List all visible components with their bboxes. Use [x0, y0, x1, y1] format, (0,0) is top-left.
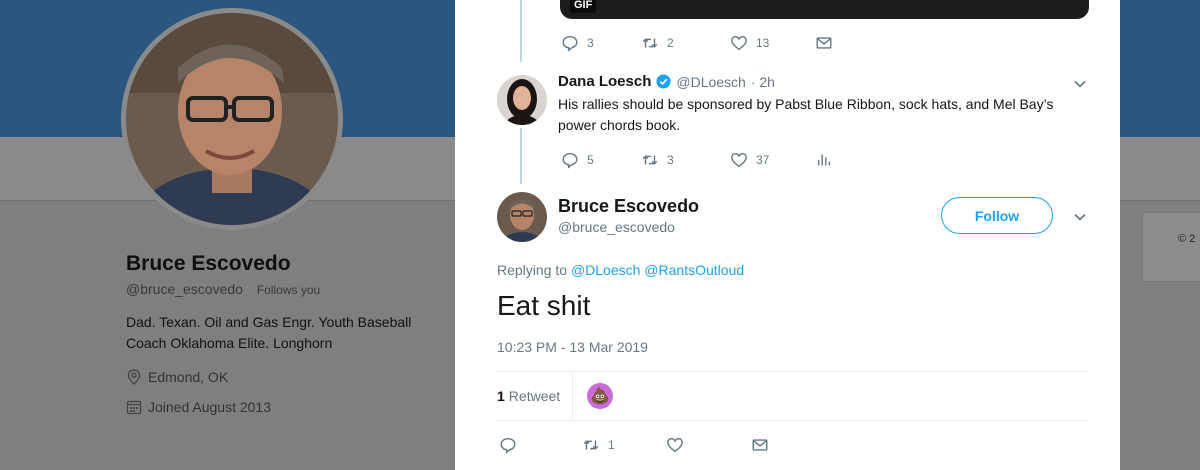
like-count: 13 — [756, 36, 770, 50]
like-button[interactable]: 37 — [730, 151, 815, 169]
heart-icon — [667, 437, 683, 453]
retweet-button[interactable]: 2 — [641, 34, 730, 52]
main-author-name[interactable]: Bruce Escovedo — [558, 196, 699, 217]
avatar-image — [126, 13, 338, 225]
chevron-down-icon[interactable] — [1072, 209, 1088, 225]
retweet-button[interactable]: 1 — [582, 436, 666, 454]
reply-tweet-actions: 5 3 37 — [561, 151, 833, 169]
reply-button[interactable] — [499, 436, 582, 454]
main-tweet-actions: 1 — [499, 436, 769, 454]
main-tweet-text: Eat shit — [497, 290, 591, 321]
location-pin-icon — [127, 369, 141, 385]
reply-button[interactable]: 3 — [561, 34, 641, 52]
like-button[interactable]: 13 — [730, 34, 815, 52]
mention-link-dloesch[interactable]: @DLoesch — [571, 262, 640, 278]
follows-you-badge: Follows you — [256, 283, 321, 297]
profile-joined-text: Joined August 2013 — [148, 399, 271, 415]
profile-name[interactable]: Bruce Escovedo — [126, 252, 291, 276]
gif-tweet-actions: 3 2 13 — [561, 34, 833, 52]
gif-badge: GIF — [570, 0, 597, 13]
side-footer-card: © 2 — [1142, 212, 1200, 282]
retweet-stat-count[interactable]: 1 — [497, 388, 505, 404]
verified-badge-icon — [656, 74, 671, 89]
main-author-avatar[interactable] — [497, 192, 547, 242]
reply-count: 5 — [587, 153, 594, 167]
calendar-icon — [126, 400, 142, 415]
thread-line-mid — [520, 128, 522, 184]
dm-button[interactable] — [751, 436, 769, 454]
reply-time[interactable]: · 2h — [751, 74, 775, 90]
reply-author-avatar[interactable] — [497, 75, 547, 125]
replying-to-line: Replying to @DLoesch @RantsOutloud — [497, 262, 744, 278]
profile-handle: @bruce_escovedo Follows you — [126, 281, 320, 297]
retweet-icon — [642, 155, 658, 165]
retweet-count: 2 — [667, 36, 674, 50]
reply-icon — [562, 35, 578, 52]
heart-icon — [731, 35, 747, 51]
reply-icon — [500, 437, 516, 454]
profile-bio: Dad. Texan. Oil and Gas Engr. Youth Base… — [126, 314, 412, 351]
envelope-icon — [752, 439, 768, 451]
gif-media[interactable]: GIF — [560, 0, 1089, 19]
reply-icon — [562, 152, 578, 169]
envelope-icon — [816, 37, 832, 49]
avatar-image — [497, 75, 547, 125]
profile-location: Edmond, OK — [126, 369, 228, 385]
profile-joined: Joined August 2013 — [126, 399, 271, 415]
reply-count: 3 — [587, 36, 594, 50]
retweet-stats-row: 1 Retweet 💩 — [497, 372, 614, 420]
analytics-icon — [817, 154, 831, 166]
retweet-button[interactable]: 3 — [641, 151, 730, 169]
profile-location-text: Edmond, OK — [148, 369, 229, 385]
profile-handle-text[interactable]: @bruce_escovedo — [126, 281, 243, 297]
thread-line-top — [520, 0, 522, 62]
dm-button[interactable] — [815, 34, 833, 52]
reply-author-handle[interactable]: @DLoesch — [676, 74, 745, 90]
mention-link-rantsoutloud[interactable]: @RantsOutloud — [644, 262, 744, 278]
chevron-down-icon[interactable] — [1072, 76, 1088, 92]
retweet-count: 1 — [608, 438, 615, 452]
stats-separator — [572, 372, 574, 420]
reply-author-name[interactable]: Dana Loesch — [558, 73, 651, 90]
profile-avatar[interactable] — [121, 8, 343, 230]
retweet-icon — [642, 38, 658, 48]
retweet-icon — [583, 440, 599, 450]
retweet-count: 3 — [667, 153, 674, 167]
reply-button[interactable]: 5 — [561, 151, 641, 169]
reply-author-line: Dana Loesch @DLoesch · 2h — [558, 73, 775, 90]
avatar-image — [497, 192, 547, 242]
like-button[interactable] — [666, 436, 751, 454]
heart-icon — [731, 152, 747, 168]
main-author-handle[interactable]: @bruce_escovedo — [558, 219, 675, 235]
analytics-button[interactable] — [815, 151, 833, 169]
like-count: 37 — [756, 153, 770, 167]
stats-divider-bottom — [497, 420, 1088, 421]
main-tweet-timestamp[interactable]: 10:23 PM - 13 Mar 2019 — [497, 339, 648, 355]
copyright-text: © 2 — [1178, 233, 1196, 245]
retweet-stat-label[interactable]: Retweet — [509, 388, 560, 404]
reply-tweet-text: His rallies should be sponsored by Pabst… — [558, 96, 1054, 133]
retweeter-avatar[interactable]: 💩 — [587, 383, 614, 409]
replying-to-prefix: Replying to — [497, 262, 568, 278]
follow-button[interactable]: Follow — [941, 197, 1053, 234]
